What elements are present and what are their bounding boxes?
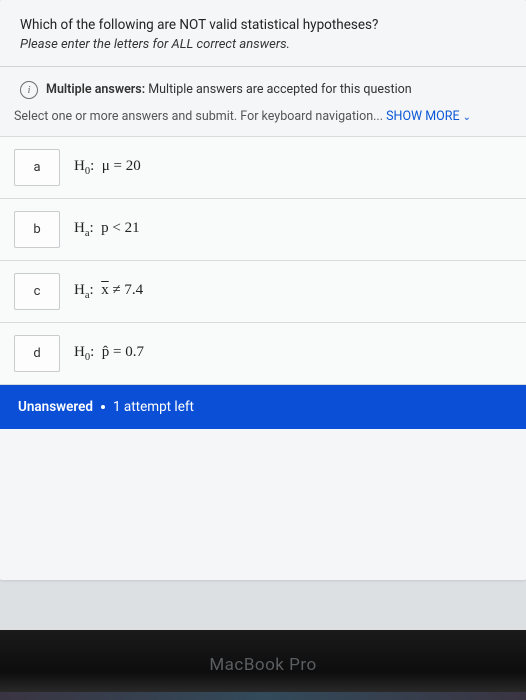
option-letter: b [14,211,60,248]
answer-options: a H0: μ = 20 b Ha: p < 21 c Ha: x ≠ 7.4 … [0,136,526,385]
show-more-link[interactable]: SHOW MORE ⌄ [386,109,471,124]
attempts-left: 1 attempt left [113,399,194,415]
option-content: H0: μ = 20 [60,158,141,177]
option-c[interactable]: c Ha: x ≠ 7.4 [0,261,526,323]
option-b[interactable]: b Ha: p < 21 [0,199,526,261]
multiple-answers-text: Multiple answers: Multiple answers are a… [46,82,412,97]
question-title: Which of the following are NOT valid sta… [20,16,506,35]
question-instruction: Please enter the letters for ALL correct… [20,37,506,52]
option-d[interactable]: d H0: p̂ = 0.7 [0,323,526,385]
question-header: Which of the following are NOT valid sta… [0,0,526,67]
status-bar[interactable]: Unanswered 1 attempt left [0,385,526,429]
keyboard-nav-hint: Select one or more answers and submit. F… [0,109,526,136]
multiple-answers-notice: i Multiple answers: Multiple answers are… [0,67,526,109]
device-label: MacBook Pro [209,655,316,675]
bezel-reflection [0,692,526,700]
multiple-answers-label: Multiple answers: [46,82,145,97]
nav-hint-text: Select one or more answers and submit. F… [14,109,386,124]
question-card: Which of the following are NOT valid sta… [0,0,526,580]
status-separator [101,405,105,409]
option-content: Ha: p < 21 [60,220,140,239]
info-icon: i [20,81,38,99]
multiple-answers-desc: Multiple answers are accepted for this q… [148,82,411,97]
option-content: Ha: x ≠ 7.4 [60,282,143,301]
option-letter: c [14,273,60,310]
status-state: Unanswered [18,399,93,415]
option-a[interactable]: a H0: μ = 20 [0,137,526,199]
device-bezel: MacBook Pro [0,630,526,700]
option-letter: a [14,149,60,186]
option-letter: d [14,335,60,372]
chevron-down-icon: ⌄ [463,112,471,123]
option-content: H0: p̂ = 0.7 [60,344,144,363]
show-more-label: SHOW MORE [386,109,459,124]
